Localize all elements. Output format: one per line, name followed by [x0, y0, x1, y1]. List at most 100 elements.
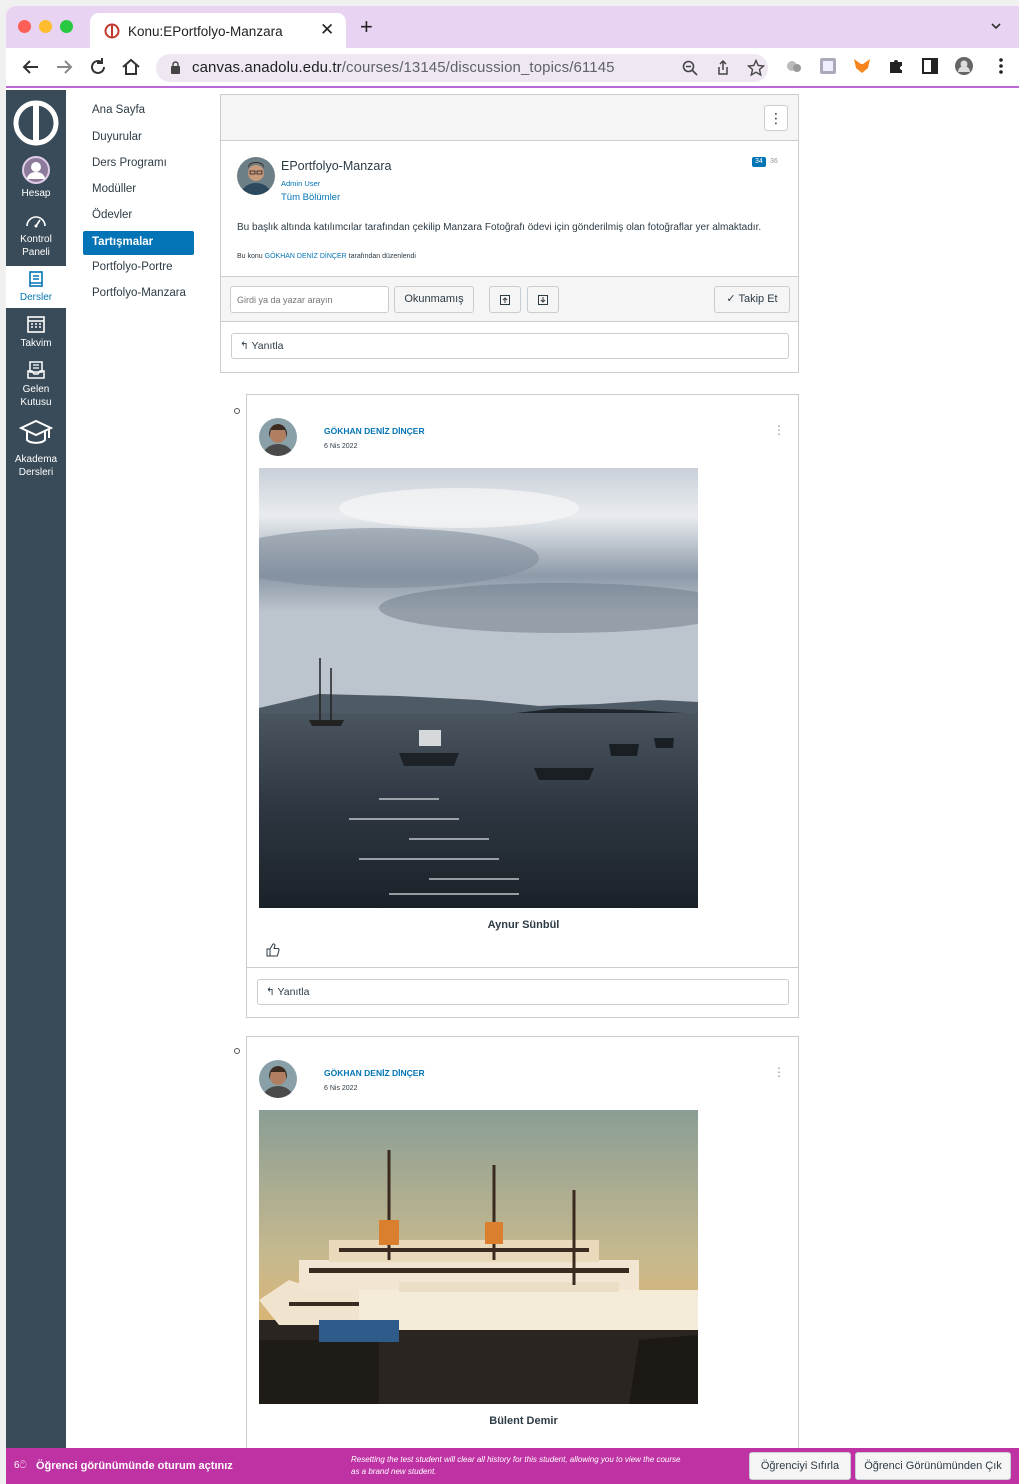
follow-label: Takip Et — [738, 293, 778, 305]
course-nav-modules[interactable]: Modüller — [83, 178, 194, 202]
seascape-image — [259, 468, 698, 908]
entry-read-indicator — [234, 408, 240, 414]
dashboard-icon — [26, 216, 46, 228]
address-bar[interactable]: canvas.anadolu.edu.tr/courses/13145/disc… — [156, 54, 768, 82]
unread-count-badge: 34 — [752, 157, 766, 167]
gnav-dashboard[interactable]: Kontrol Paneli — [6, 212, 66, 258]
follow-button[interactable]: ✓ Takip Et — [714, 286, 790, 313]
topic-reply-box[interactable]: ↰ Yanıtla — [231, 333, 789, 359]
gnav-courses[interactable]: Dersler — [6, 266, 66, 308]
zoom-icon[interactable] — [681, 59, 699, 77]
like-thumbs-up-icon[interactable] — [266, 943, 280, 957]
reset-student-button[interactable]: Öğrenciyi Sıfırla — [749, 1452, 851, 1480]
entry-avatar[interactable] — [259, 1060, 297, 1098]
gnav-akadema[interactable]: Akadema Dersleri — [6, 418, 66, 480]
author-role: Admin User — [281, 179, 321, 188]
entry-reply-box[interactable]: ↰ Yanıtla — [257, 979, 789, 1005]
new-tab-button[interactable]: + — [360, 14, 373, 40]
forward-icon[interactable] — [53, 56, 75, 78]
graduation-cap-icon — [19, 419, 53, 444]
edited-by-link[interactable]: GÖKHAN DENİZ DİNÇER — [265, 253, 347, 260]
gnav-label: Hesap — [21, 188, 51, 199]
course-nav-home[interactable]: Ana Sayfa — [83, 99, 194, 123]
unread-filter-button[interactable]: Okunmamış — [394, 286, 474, 313]
side-panel-icon[interactable] — [920, 56, 940, 76]
url-path: /courses/13145/discussion_topics/61145 — [341, 59, 615, 76]
gnav-label: Gelen Kutusu — [20, 384, 52, 408]
tab-close-icon[interactable]: ✕ — [320, 20, 334, 40]
gnav-account[interactable]: Hesap — [6, 156, 66, 200]
browser-window: Konu:EPortfolyo-Manzara ✕ + canvas.anado — [6, 6, 1019, 1484]
avatar-photo — [237, 157, 275, 195]
course-nav-portfolio-portrait[interactable]: Portfolyo-Portre — [83, 256, 194, 280]
discussion-topic: ⋮ EPortfolyo-Manzara Admin User Tüm Bölü… — [220, 94, 799, 373]
browser-tab[interactable]: Konu:EPortfolyo-Manzara ✕ — [90, 13, 346, 48]
entry-photo-sea[interactable] — [259, 468, 698, 908]
entry-options-icon[interactable]: ⋮ — [773, 423, 785, 437]
search-input[interactable] — [230, 286, 389, 313]
reply-arrow-icon: ↰ — [240, 340, 249, 352]
entry-divider — [247, 967, 798, 968]
gnav-label: Dersler — [19, 292, 53, 303]
close-window-button[interactable] — [18, 20, 31, 33]
topic-author-name[interactable]: EPortfolyo-Manzara — [281, 159, 391, 173]
more-menu-icon[interactable] — [991, 56, 1011, 76]
url-text: canvas.anadolu.edu.tr/courses/13145/disc… — [192, 59, 615, 76]
sections-link[interactable]: Tüm Bölümler — [281, 192, 340, 203]
discussion-entry: GÖKHAN DENİZ DİNÇER 6 Nis 2022 ⋮ — [246, 394, 799, 1018]
anadolu-logo-icon[interactable] — [11, 98, 61, 148]
tab-strip: Konu:EPortfolyo-Manzara ✕ + — [6, 6, 1019, 48]
student-view-message: Öğrenci görünümünde oturum açtınız — [36, 1460, 233, 1472]
bookmark-star-icon[interactable] — [747, 59, 765, 77]
leave-student-view-button[interactable]: Öğrenci Görünümünden Çık — [855, 1452, 1011, 1480]
entry-caption: Aynur Sünbül — [487, 919, 560, 931]
collapse-replies-button[interactable] — [489, 286, 521, 313]
home-icon[interactable] — [120, 56, 142, 78]
gnav-calendar[interactable]: Takvim — [6, 314, 66, 354]
entry-photo-ferry[interactable] — [259, 1110, 698, 1404]
entry-caption: Bülent Demir — [489, 1415, 558, 1427]
discussion-toolbar: Okunmamış ✓ Takip Et — [221, 276, 798, 322]
course-nav-syllabus[interactable]: Ders Programı — [83, 152, 194, 176]
course-navigation: Ana Sayfa Duyurular Ders Programı Modüll… — [66, 90, 220, 1450]
topic-options-button[interactable]: ⋮ — [764, 105, 788, 131]
minimize-window-button[interactable] — [39, 20, 52, 33]
entry-date: 6 Nis 2022 — [324, 1085, 358, 1092]
entry-avatar[interactable] — [259, 418, 297, 456]
global-navigation: Hesap Kontrol Paneli Dersler Takvim Gele… — [6, 90, 66, 1450]
reload-icon[interactable] — [87, 56, 109, 78]
chevron-down-icon[interactable] — [990, 20, 1002, 32]
course-nav-assignments[interactable]: Ödevler — [83, 204, 194, 228]
course-nav-discussions[interactable]: Tartışmalar — [83, 231, 194, 255]
extension-screenshot-icon[interactable] — [818, 56, 838, 76]
metamask-fox-icon[interactable] — [852, 56, 872, 76]
entry-read-indicator — [234, 1048, 240, 1054]
student-view-note: Resetting the test student will clear al… — [351, 1455, 681, 1476]
reply-label: Yanıtla — [277, 986, 310, 998]
entry-author-name[interactable]: GÖKHAN DENİZ DİNÇER — [324, 426, 425, 436]
avatar-photo — [259, 1060, 297, 1098]
tab-title: Konu:EPortfolyo-Manzara — [128, 24, 283, 39]
entry-author-name[interactable]: GÖKHAN DENİZ DİNÇER — [324, 1068, 425, 1078]
courses-icon — [29, 271, 43, 287]
gnav-label: Takvim — [20, 338, 52, 349]
topic-header: ⋮ — [221, 95, 798, 141]
arrow-down-box-icon — [538, 295, 548, 305]
back-icon[interactable] — [20, 56, 42, 78]
entry-options-icon[interactable]: ⋮ — [773, 1065, 785, 1079]
course-nav-announcements[interactable]: Duyurular — [83, 126, 194, 150]
entry-date: 6 Nis 2022 — [324, 443, 358, 450]
discussion-entry: GÖKHAN DENİZ DİNÇER 6 Nis 2022 ⋮ — [246, 1036, 799, 1466]
author-avatar[interactable] — [237, 157, 275, 195]
gnav-inbox[interactable]: Gelen Kutusu — [6, 360, 66, 414]
profile-avatar-icon[interactable] — [954, 56, 974, 76]
share-icon[interactable] — [714, 59, 732, 77]
calendar-icon — [27, 316, 45, 333]
maximize-window-button[interactable] — [60, 20, 73, 33]
expand-replies-button[interactable] — [527, 286, 559, 313]
course-nav-portfolio-landscape[interactable]: Portfolyo-Manzara — [83, 282, 194, 306]
extensions-puzzle-icon[interactable] — [886, 56, 906, 76]
reply-arrow-icon: ↰ — [266, 986, 275, 998]
arrow-up-box-icon — [500, 295, 510, 305]
extension-cloud-icon[interactable] — [784, 56, 804, 76]
